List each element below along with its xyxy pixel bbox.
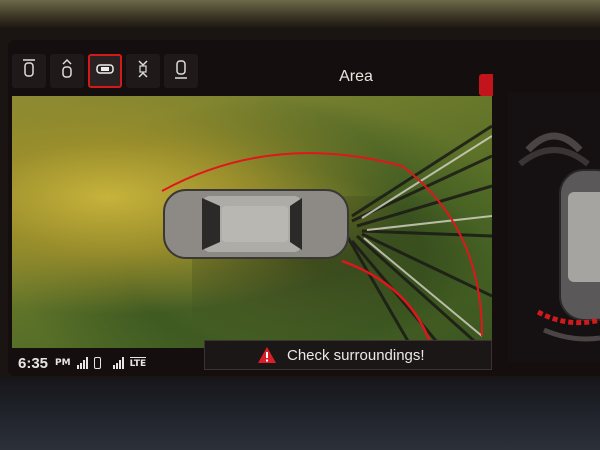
parking-sensor-panel (508, 92, 600, 362)
dashboard-trim (0, 378, 600, 450)
surroundings-alert: Check surroundings! (204, 340, 492, 370)
clock-ampm: PM (55, 358, 71, 368)
phone-signal-icon (76, 357, 88, 369)
phone-icon (93, 357, 101, 369)
clock-time: 6:35 (18, 354, 49, 372)
alert-message: Check surroundings! (287, 346, 425, 364)
lte-label: LTE (129, 357, 147, 369)
close-tab-button[interactable] (479, 74, 493, 96)
infotainment-screen: Area 6:35 PM LTE Check surroundings! (8, 40, 600, 376)
camera-view-toolbar (12, 54, 198, 90)
side-view-button[interactable] (126, 54, 160, 88)
front-rear-view-button[interactable] (50, 54, 84, 88)
view-title: Area (339, 68, 373, 85)
surround-camera-view (12, 96, 492, 348)
warning-triangle-icon (257, 346, 277, 364)
front-rear-view-icon (56, 58, 78, 84)
guide-arc-front (161, 152, 403, 192)
vehicle-top-view (163, 189, 349, 259)
rear-view-button[interactable] (164, 54, 198, 88)
top-area-view-button[interactable] (88, 54, 122, 88)
rear-view-icon (170, 58, 192, 84)
top-area-view-icon (94, 58, 116, 84)
side-view-icon (132, 58, 154, 84)
display-bezel-top (0, 0, 600, 28)
status-bar: 6:35 PM LTE (18, 350, 147, 376)
front-view-button[interactable] (12, 54, 46, 88)
sensor-car-icon (518, 132, 600, 342)
front-view-icon (18, 58, 40, 84)
network-signal-icon (112, 357, 124, 369)
